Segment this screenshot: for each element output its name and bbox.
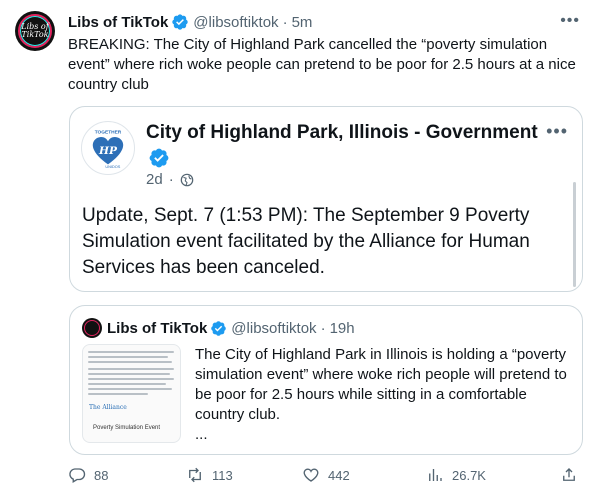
verified-badge-icon xyxy=(171,13,189,31)
logo-text-bottom: UNIDOS xyxy=(105,165,120,169)
quoted-author-name: Libs of TikTok xyxy=(107,319,208,337)
quoted-tweet-header: Libs of TikTok @libsoftiktok · 19h xyxy=(82,318,355,338)
retweet-count: 113 xyxy=(212,467,233,483)
quoted-tweet-more: ... xyxy=(195,426,208,443)
quoted-author-avatar xyxy=(82,318,102,338)
author-name[interactable]: Libs of TikTok xyxy=(68,14,168,31)
quoted-tweet-time: 19h xyxy=(329,319,355,337)
thumbnail-org: The Alliance xyxy=(89,404,127,411)
embedded-post-meta: 2d · xyxy=(146,171,194,188)
share-button[interactable] xyxy=(560,466,578,484)
separator-dot: · xyxy=(320,319,326,337)
verified-badge-icon xyxy=(210,320,227,337)
separator-dot: · xyxy=(282,13,288,31)
quoted-author-handle: @libsoftiktok xyxy=(231,319,317,337)
more-dots-icon[interactable]: ••• xyxy=(560,12,580,30)
embedded-author-name[interactable]: City of Highland Park, Illinois - Govern… xyxy=(146,122,538,144)
avatar-logo-text: Libs of TikTok xyxy=(21,22,49,39)
tweet[interactable]: Libs of TikTok Libs of TikTok @libsoftikt… xyxy=(0,0,598,498)
scrollbar[interactable] xyxy=(573,182,576,287)
verified-badge-icon xyxy=(148,147,170,169)
logo-initials: HP xyxy=(98,145,118,157)
separator-dot: · xyxy=(168,171,174,188)
embedded-post-card[interactable]: TOGETHER HP UNIDOS City of Highland Park… xyxy=(69,106,583,292)
tweet-header: Libs of TikTok @libsoftiktok · 5m ••• xyxy=(68,12,584,32)
thumbnail-title: Poverty Simulation Event xyxy=(93,425,161,431)
reply-count: 88 xyxy=(94,467,109,483)
quoted-tweet-card[interactable]: Libs of TikTok @libsoftiktok · 19h The A… xyxy=(69,305,583,455)
author-handle[interactable]: @libsoftiktok xyxy=(193,14,278,31)
reply-icon xyxy=(69,468,86,483)
action-bar: 88 113 442 26.7K xyxy=(68,466,584,486)
quoted-tweet-thumbnail[interactable]: The Alliance Poverty Simulation Event xyxy=(82,344,181,443)
tweet-time[interactable]: 5m xyxy=(292,14,313,31)
more-dots-icon[interactable]: ••• xyxy=(546,121,568,142)
author-avatar[interactable]: Libs of TikTok xyxy=(15,11,55,51)
globe-icon xyxy=(180,173,194,187)
like-button[interactable]: 442 xyxy=(302,466,350,484)
reply-button[interactable]: 88 xyxy=(68,466,108,484)
views-icon xyxy=(429,469,442,481)
retweet-button[interactable]: 113 xyxy=(186,466,233,484)
quoted-tweet-body: The City of Highland Park in Illinois is… xyxy=(195,346,567,423)
share-icon xyxy=(563,468,575,481)
heart-icon xyxy=(303,468,319,482)
logo-text-top: TOGETHER xyxy=(95,130,122,136)
view-count: 26.7K xyxy=(452,467,486,483)
highland-park-logo: TOGETHER HP UNIDOS xyxy=(81,121,135,175)
embedded-post-age[interactable]: 2d xyxy=(146,171,163,188)
like-count: 442 xyxy=(328,467,350,483)
quoted-tweet-text: The City of Highland Park in Illinois is… xyxy=(195,345,573,445)
views-button[interactable]: 26.7K xyxy=(426,466,486,484)
tweet-text: BREAKING: The City of Highland Park canc… xyxy=(68,36,576,93)
embedded-post-text: Update, Sept. 7 (1:53 PM): The September… xyxy=(82,205,530,278)
retweet-icon xyxy=(189,467,201,483)
